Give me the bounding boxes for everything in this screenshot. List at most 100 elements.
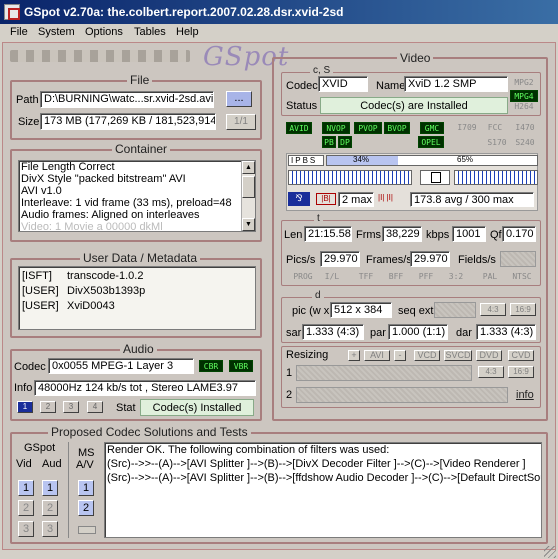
tag-mpg4: MPG4 xyxy=(510,90,538,102)
render-output[interactable]: Render OK. The following combination of … xyxy=(104,442,542,538)
tag-fcc: FCC xyxy=(487,123,503,132)
seqext-field xyxy=(434,302,476,318)
resize-cvd-button[interactable]: CVD xyxy=(508,350,534,361)
tag-tff: TFF xyxy=(358,272,374,281)
userdata-list[interactable]: [ISFT] transcode-1.0.2 [USER] DivX503b13… xyxy=(18,266,256,330)
len-label: Len xyxy=(284,229,303,241)
audio-stat-label: Stat xyxy=(116,402,136,414)
frms-label: Frms xyxy=(356,229,382,241)
ipbs-label: IPBS xyxy=(288,155,324,166)
resize-grip[interactable] xyxy=(544,546,556,558)
dar-label: dar xyxy=(456,327,472,339)
tag-h264: H264 xyxy=(514,102,534,111)
sar-label: sar xyxy=(286,327,302,339)
bar1-pct: 34% xyxy=(353,155,370,164)
audio-stream-2[interactable]: 2 xyxy=(40,401,56,413)
seqext-label: seq ext xyxy=(398,305,434,317)
file-group-title: File xyxy=(127,73,153,87)
pvop-led: PVOP xyxy=(354,122,382,134)
gspot-vid-3[interactable]: 3 xyxy=(18,521,34,537)
resize-svcd-button[interactable]: SVCD xyxy=(444,350,472,361)
frames-field: 29.970 xyxy=(410,251,450,267)
resize-avi-button[interactable]: AVI xyxy=(364,350,390,361)
browse-button[interactable]: ... xyxy=(226,91,252,107)
container-list[interactable]: File Length Correct DivX Style "packed b… xyxy=(18,160,256,232)
gop-strip-right xyxy=(454,170,538,185)
par-field: 1.000 (1:1) xyxy=(388,324,448,340)
qf-label: Qf xyxy=(490,229,502,241)
app-icon[interactable] xyxy=(4,4,20,20)
tag-32: 3:2 xyxy=(448,272,464,281)
menu-file[interactable]: File xyxy=(10,26,28,38)
resize-plus-button[interactable]: + xyxy=(348,350,360,361)
audio-info-field: 48000Hz 124 kb/s tot , Stereo LAME3.97 xyxy=(34,380,256,396)
container-scrollbar[interactable]: ▲ ▼ xyxy=(241,161,255,231)
sar-field: 1.333 (4:3) xyxy=(302,324,364,340)
scroll-thumb[interactable] xyxy=(242,176,255,198)
resize-row-2 xyxy=(296,387,508,403)
cbr-indicator: CBR xyxy=(199,360,223,372)
vbr-indicator: VBR xyxy=(229,360,253,372)
resize-169-tag: 16:9 xyxy=(508,366,534,378)
t-label: t xyxy=(314,213,323,224)
bframe-max: 2 max xyxy=(338,192,374,207)
userdata-row: [USER] xyxy=(22,285,59,297)
path-field[interactable]: D:\BURNING\watc...sr.xvid-2sd.avi xyxy=(40,91,214,108)
ms-label: MS xyxy=(78,447,95,459)
menu-options[interactable]: Options xyxy=(85,26,123,38)
output-line: Render OK. The following combination of … xyxy=(107,444,390,456)
page-indicator[interactable]: 1/1 xyxy=(226,114,256,130)
audio-stream-3[interactable]: 3 xyxy=(63,401,79,413)
pics-field: 29.970 xyxy=(320,251,360,267)
gop-marker xyxy=(420,170,450,185)
resize-vcd-button[interactable]: VCD xyxy=(414,350,440,361)
logo-stripe xyxy=(10,50,190,62)
ms-av-2[interactable]: 2 xyxy=(78,500,94,516)
aud-label: Aud xyxy=(42,458,62,470)
audio-codec-label: Codec xyxy=(14,361,46,373)
tag-i470: I470 xyxy=(515,123,535,132)
gspot-aud-2[interactable]: 2 xyxy=(42,500,58,516)
resize-dvd-button[interactable]: DVD xyxy=(476,350,502,361)
ms-av-1[interactable]: 1 xyxy=(78,480,94,496)
file-group xyxy=(10,80,262,140)
video-group-title: Video xyxy=(397,51,434,65)
tag-pff: PFF xyxy=(418,272,434,281)
d-label: d xyxy=(312,290,324,301)
bitrate-field: 173.8 avg / 300 max xyxy=(410,192,534,207)
video-codec-label: Codec xyxy=(286,80,318,92)
gspot-vid-2[interactable]: 2 xyxy=(18,500,34,516)
menu-tables[interactable]: Tables xyxy=(134,26,166,38)
title-bar[interactable]: GSpot v2.70a: the.colbert.report.2007.02… xyxy=(0,0,558,24)
resize-minus-button[interactable]: - xyxy=(394,350,406,361)
gspot-label: GSpot xyxy=(24,442,56,454)
output-line: (Src)-->>--(A)-->[AVI Splitter ]-->(B)--… xyxy=(107,458,526,470)
list-item: Audio frames: Aligned on interleaves xyxy=(21,209,200,221)
pics-label: Pics/s xyxy=(286,254,316,266)
resize-row-2-label: 2 xyxy=(286,389,293,401)
gspot-aud-1[interactable]: 1 xyxy=(42,480,58,496)
info-link[interactable]: info xyxy=(516,389,534,401)
userdata-value: transcode-1.0.2 xyxy=(67,270,144,282)
audio-stream-4[interactable]: 4 xyxy=(87,401,103,413)
divx-icon[interactable]: ⅋ xyxy=(288,192,310,206)
gspot-vid-1[interactable]: 1 xyxy=(18,480,34,496)
menu-help[interactable]: Help xyxy=(176,26,199,38)
menu-system[interactable]: System xyxy=(38,26,75,38)
resize-43-tag: 4:3 xyxy=(478,366,504,378)
audio-stream-1[interactable]: 1 xyxy=(17,401,33,413)
menu-bar: File System Options Tables Help xyxy=(0,24,558,42)
kbps-field: 1001 xyxy=(452,226,486,242)
audio-group-title: Audio xyxy=(120,342,157,356)
list-item: Interleave: 1 vid frame (33 ms), preload… xyxy=(21,197,232,209)
interval-icon: |I| |I| xyxy=(378,193,393,202)
par-label: par xyxy=(370,327,386,339)
gspot-aud-3[interactable]: 3 xyxy=(42,521,58,537)
scroll-up-icon[interactable]: ▲ xyxy=(242,161,255,174)
video-name-label: Name xyxy=(376,80,406,92)
path-label: Path xyxy=(16,94,39,106)
scroll-down-icon[interactable]: ▼ xyxy=(242,218,255,231)
window-title: GSpot v2.70a: the.colbert.report.2007.02… xyxy=(24,5,344,19)
tag-s170: S170 xyxy=(487,138,507,147)
ms-av-small-button[interactable] xyxy=(78,526,96,534)
